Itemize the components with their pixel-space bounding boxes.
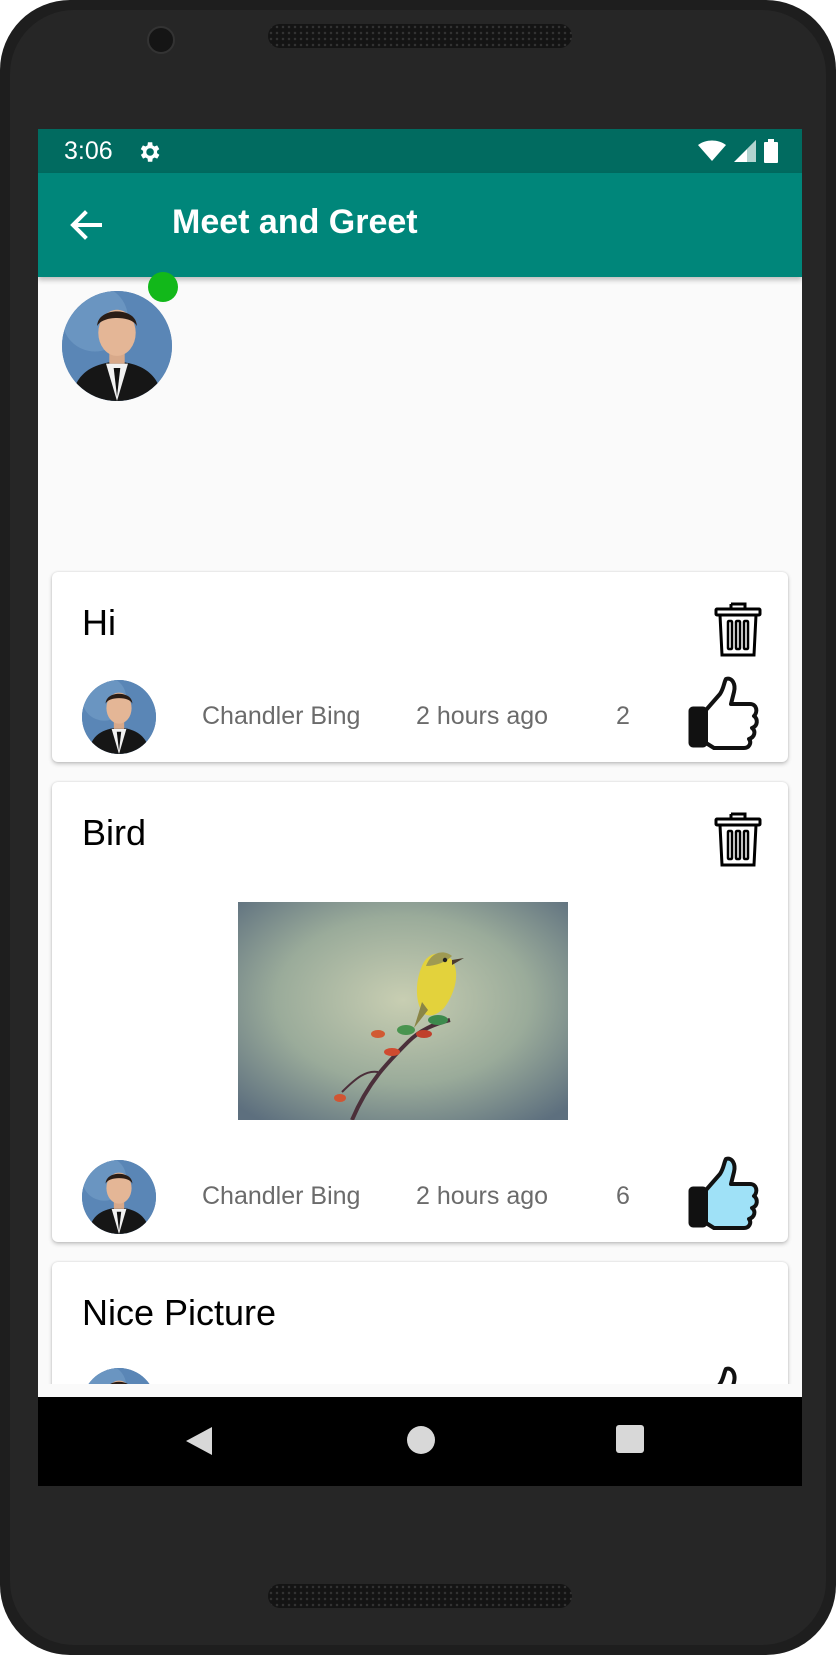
device-frame: 3:06 Meet and Greet Hi Chandler Bing 2 h… [0,0,836,1655]
status-time: 3:06 [64,137,113,165]
online-user-avatar[interactable] [62,291,172,401]
post-title: Bird [82,812,147,853]
post-image[interactable] [238,902,568,1120]
wifi-icon [698,140,726,161]
page-title: Meet and Greet [172,203,418,241]
trash-icon[interactable] [714,810,762,868]
thumbs-up-icon[interactable] [688,1366,760,1384]
status-bar: 3:06 [38,129,802,173]
status-icons [698,139,778,163]
online-indicator [148,272,178,302]
app-bar: Meet and Greet [38,173,802,277]
author-avatar [82,1160,156,1234]
post-card: Hi Chandler Bing 2 hours ago 2 [52,572,788,762]
battery-icon [764,139,778,163]
online-users-bar [38,277,802,427]
gear-icon [140,142,160,162]
post-time: 2 hours ago [416,702,549,730]
nav-home-icon[interactable] [406,1425,436,1455]
like-count: 6 [616,1182,630,1210]
thumbs-up-icon[interactable] [688,676,760,750]
bottom-speaker [268,1584,572,1608]
post-time: 2 hours ago [416,1182,549,1210]
post-title: Nice Picture [82,1292,277,1333]
nav-recents-icon[interactable] [616,1425,644,1453]
front-camera [147,26,175,54]
author-avatar [82,1368,156,1384]
top-speaker [268,24,572,48]
post-feed: Hi Chandler Bing 2 hours ago 2 Bird Chan… [38,427,802,1384]
thumbs-up-icon[interactable] [688,1156,760,1230]
author-avatar [82,680,156,754]
post-author: Chandler Bing [202,1182,361,1210]
like-count: 2 [616,702,630,730]
post-title: Hi [82,602,116,643]
nav-back-icon[interactable] [184,1425,214,1457]
post-author: Chandler Bing [202,702,361,730]
signal-icon [734,140,756,162]
back-arrow-icon[interactable] [66,205,106,245]
system-nav-bar [38,1397,802,1486]
app-screen: 3:06 Meet and Greet Hi Chandler Bing 2 h… [38,129,802,1486]
post-card: Bird Chandler Bing 2 hours ago 6 [52,782,788,1242]
trash-icon[interactable] [714,600,762,658]
post-card: Nice Picture [52,1262,788,1384]
